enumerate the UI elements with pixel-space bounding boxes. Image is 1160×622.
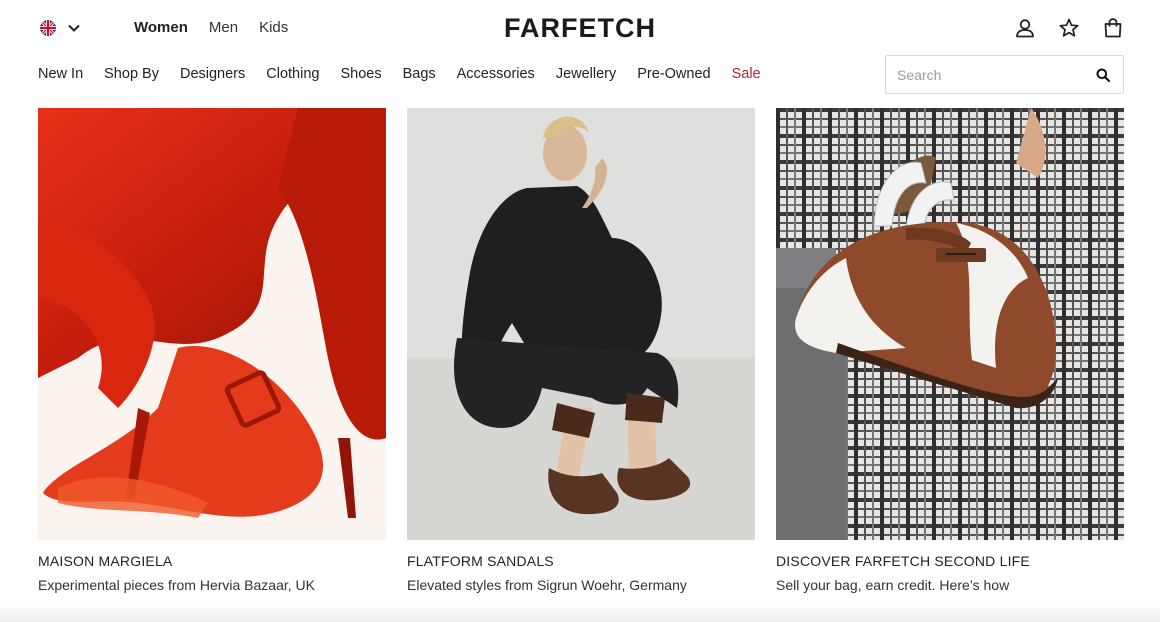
shopping-bag-icon[interactable] [1102, 17, 1124, 39]
card-title: DISCOVER FARFETCH SECOND LIFE [776, 553, 1030, 569]
search-box [885, 55, 1124, 94]
search-icon[interactable] [1096, 68, 1110, 82]
card-image-prada-bag[interactable] [776, 108, 1124, 540]
nav-item-jewellery[interactable]: Jewellery [556, 64, 616, 84]
nav-item-shoes[interactable]: Shoes [340, 64, 381, 84]
page-bottom-edge [0, 604, 1160, 622]
nav-item-designers[interactable]: Designers [180, 64, 245, 84]
search-input[interactable] [886, 56, 1076, 93]
top-bar: Women Men Kids FARFETCH [0, 0, 1160, 56]
editorial-card-flatform-sandals[interactable]: FLATFORM SANDALS Elevated styles from Si… [407, 108, 755, 594]
account-icon[interactable] [1014, 17, 1036, 39]
nav-item-accessories[interactable]: Accessories [457, 64, 535, 84]
nav-item-clothing[interactable]: Clothing [266, 64, 319, 84]
editorial-card-second-life[interactable]: DISCOVER FARFETCH SECOND LIFE Sell your … [776, 108, 1124, 594]
wishlist-star-icon[interactable] [1058, 17, 1080, 39]
nav-item-sale[interactable]: Sale [732, 64, 761, 84]
card-image-model-sandals[interactable] [407, 108, 755, 540]
editorial-card-maison-margiela[interactable]: MAISON MARGIELA Experimental pieces from… [38, 108, 386, 594]
card-image-red-boots[interactable] [38, 108, 386, 540]
nav-item-shop-by[interactable]: Shop By [104, 64, 159, 84]
nav-item-pre-owned[interactable]: Pre-Owned [637, 64, 710, 84]
card-title: FLATFORM SANDALS [407, 553, 554, 569]
nav-item-bags[interactable]: Bags [403, 64, 436, 84]
main-nav: New In Shop By Designers Clothing Shoes … [38, 64, 782, 84]
site-logo[interactable]: FARFETCH [0, 13, 1160, 43]
card-title: MAISON MARGIELA [38, 553, 173, 569]
header-icons [1014, 17, 1124, 39]
nav-item-new-in[interactable]: New In [38, 64, 83, 84]
card-subtitle: Experimental pieces from Hervia Bazaar, … [38, 577, 315, 593]
card-subtitle: Elevated styles from Sigrun Woehr, Germa… [407, 577, 687, 593]
card-subtitle: Sell your bag, earn credit. Here’s how [776, 577, 1010, 593]
